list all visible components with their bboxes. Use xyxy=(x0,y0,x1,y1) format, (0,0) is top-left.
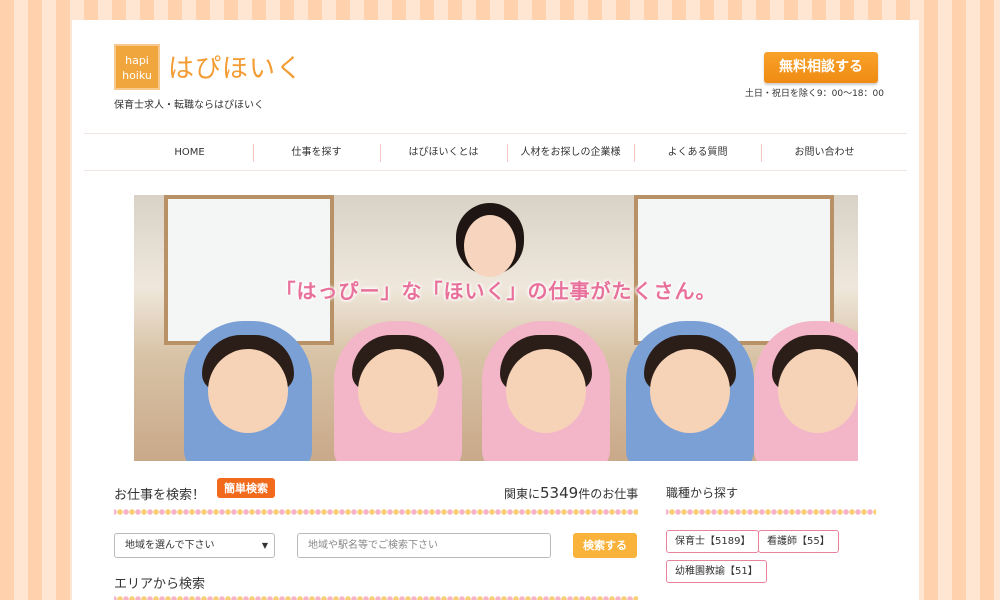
keyword-search-input[interactable]: 地域や駅名等でご検索下さい xyxy=(297,533,551,558)
job-tag-nursery-teacher[interactable]: 保育士【5189】 xyxy=(666,530,760,553)
job-count-prefix: 関東に xyxy=(504,487,541,501)
nav-item-faq[interactable]: よくある質問 xyxy=(634,134,761,172)
chevron-down-icon: ▼ xyxy=(261,541,268,550)
logo-mark[interactable]: hapi hoiku xyxy=(114,44,160,90)
nav-item-contact[interactable]: お問い合わせ xyxy=(761,134,888,172)
job-count-suffix: 件のお仕事 xyxy=(578,487,639,501)
logo-mark-line1: hapi xyxy=(125,54,149,67)
nav-item-for-companies[interactable]: 人材をお探しの企業様 xyxy=(507,134,634,172)
logo-text[interactable]: はぴほいく xyxy=(168,48,303,85)
nav-item-about[interactable]: はぴほいくとは xyxy=(380,134,507,172)
job-tag-kindergarten-teacher[interactable]: 幼稚園教諭【51】 xyxy=(666,560,767,583)
area-search-title: エリアから検索 xyxy=(114,577,206,592)
logo-mark-line2: hoiku xyxy=(122,69,152,82)
business-hours: 土日・祝日を除く9：00〜18：00 xyxy=(744,89,884,99)
dotted-divider xyxy=(114,508,638,516)
job-tag-nurse[interactable]: 看護師【55】 xyxy=(758,530,839,553)
page-container: hapi hoiku はぴほいく 保育士求人・転職ならはぴほいく 無料相談する … xyxy=(72,20,919,600)
search-button[interactable]: 検索する xyxy=(573,533,637,558)
child-figure xyxy=(626,321,754,461)
child-figure xyxy=(334,321,462,461)
hero-caption: 「はっぴー」な「ほいく」の仕事がたくさん。 xyxy=(275,279,717,303)
hero-image: 「はっぴー」な「ほいく」の仕事がたくさん。 xyxy=(134,195,858,461)
search-section-title: お仕事を検索！ xyxy=(114,488,206,503)
job-count-number: 5349 xyxy=(540,484,579,502)
global-nav: HOME 仕事を探す はぴほいくとは 人材をお探しの企業様 よくある質問 お問い… xyxy=(84,133,907,171)
job-count: 関東に5349件のお仕事 xyxy=(504,484,638,502)
job-type-title: 職種から探す xyxy=(666,486,739,500)
free-consultation-button[interactable]: 無料相談する xyxy=(764,52,878,83)
region-select-value: 地域を選んで下さい xyxy=(125,540,215,551)
tagline: 保育士求人・転職ならはぴほいく xyxy=(114,100,264,111)
region-select[interactable]: 地域を選んで下さい ▼ xyxy=(114,533,275,558)
easy-search-badge: 簡単検索 xyxy=(217,478,275,498)
child-figure xyxy=(184,321,312,461)
dotted-divider xyxy=(114,595,638,600)
nav-item-find-jobs[interactable]: 仕事を探す xyxy=(253,134,380,172)
child-figure xyxy=(482,321,610,461)
dotted-divider xyxy=(666,508,876,516)
nav-item-home[interactable]: HOME xyxy=(126,134,253,172)
child-figure xyxy=(754,321,858,461)
